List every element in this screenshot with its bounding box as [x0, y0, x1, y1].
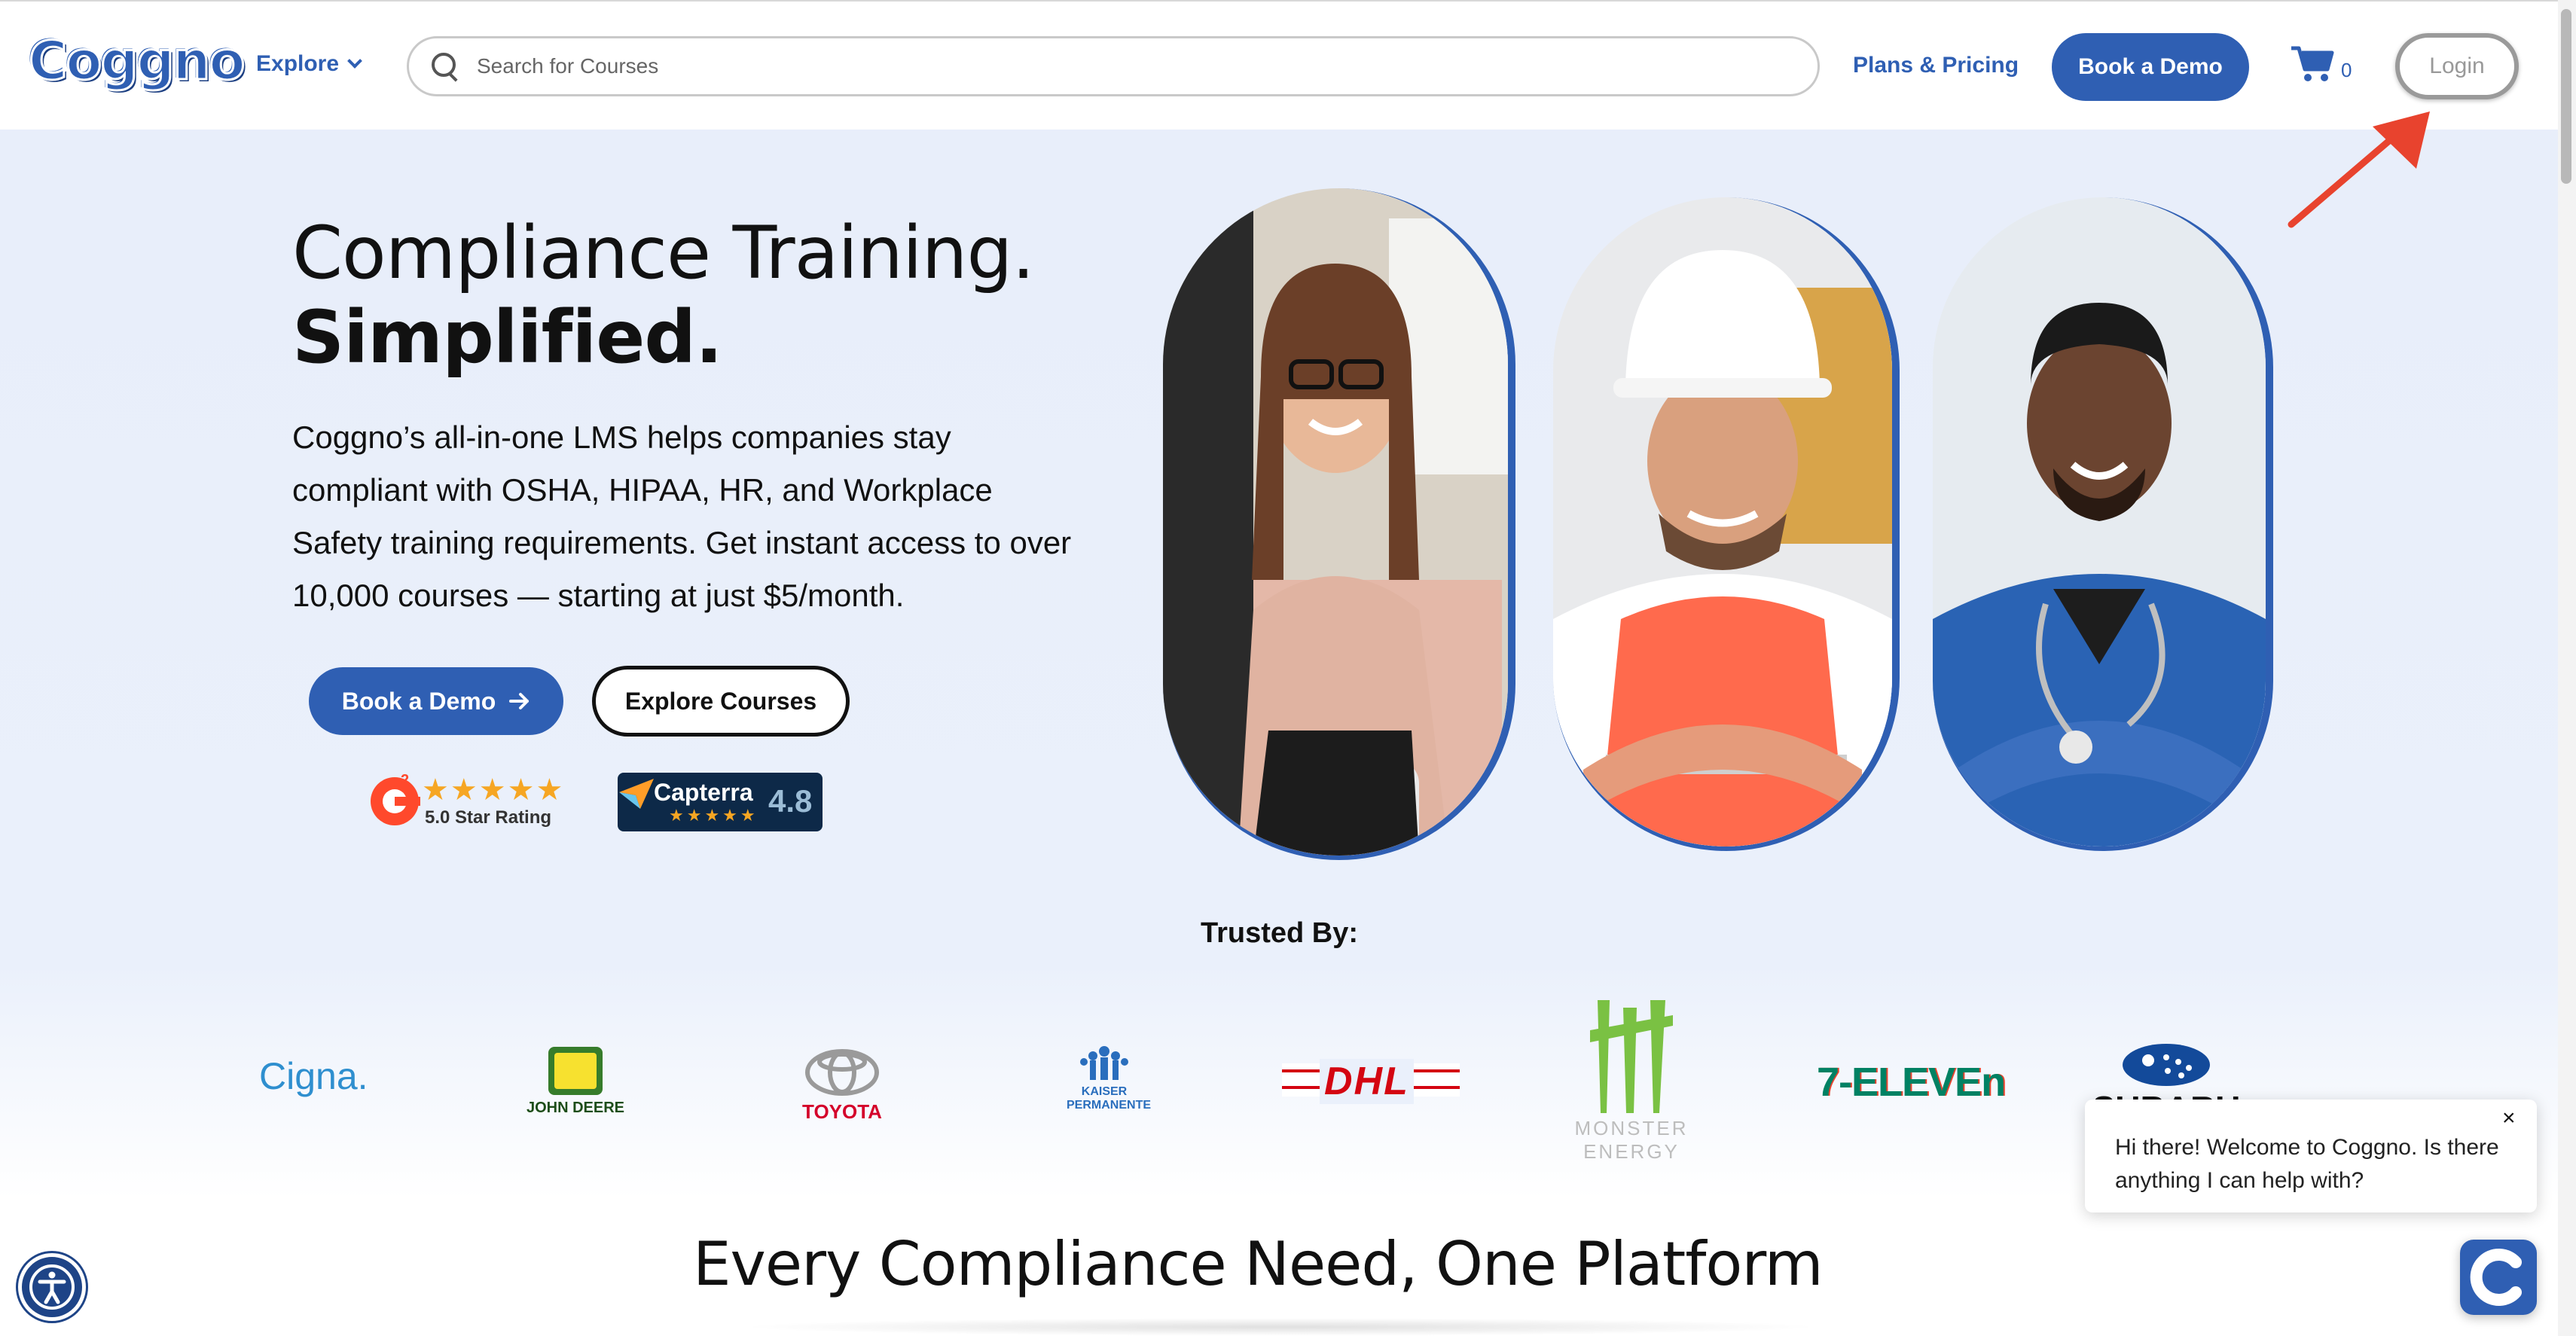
section-heading: Every Compliance Need, One Platform	[693, 1229, 1824, 1299]
chevron-down-icon	[347, 53, 362, 69]
chat-welcome-message: Hi there! Welcome to Coggno. Is there an…	[2115, 1135, 2499, 1193]
arrow-right-icon	[509, 693, 530, 709]
chat-launcher-button[interactable]	[2460, 1240, 2537, 1315]
book-demo-label: Book a Demo	[341, 687, 496, 715]
page-scrollbar-track[interactable]	[2558, 0, 2576, 1336]
search-icon	[432, 53, 459, 80]
explore-courses-button[interactable]: Explore Courses	[592, 666, 850, 737]
accessibility-button[interactable]	[18, 1253, 86, 1321]
subaru-emblem-icon	[2123, 1044, 2210, 1086]
subaru-logo: SUBARU	[2076, 1042, 2257, 1108]
hero-photo-worker	[1553, 197, 1900, 851]
kaiser-emblem-icon	[1080, 1046, 1128, 1080]
john-deere-logo: JOHN DEERE	[523, 1047, 628, 1117]
g2-stars: ★★★★★	[422, 773, 565, 807]
svg-text:2: 2	[401, 772, 409, 788]
hero-description: Coggno’s all-in-one LMS helps companies …	[292, 419, 1072, 613]
login-button[interactable]: Login	[2395, 33, 2519, 99]
g2-rating-text: 5.0 Star Rating	[425, 807, 552, 828]
section-card-shadow	[738, 1318, 1823, 1336]
trusted-by-label: Trusted By:	[1201, 917, 1359, 949]
toyota-logo-text: TOYOTA	[802, 1100, 882, 1123]
john-deere-logo-text: JOHN DEERE	[526, 1100, 625, 1116]
chat-welcome-popup[interactable]: Hi there! Welcome to Coggno. Is there an…	[2085, 1100, 2537, 1212]
seven-eleven-logo-text: 7-ELEVEn	[1817, 1060, 2006, 1105]
hero-photo-nurse	[1933, 197, 2273, 851]
hero-title-line2: Simplified.	[292, 295, 723, 380]
page-scrollbar-thumb[interactable]	[2561, 9, 2571, 184]
kaiser-logo-text: KAISER PERMANENTE	[1067, 1085, 1152, 1112]
search-bar[interactable]	[407, 36, 1820, 96]
toyota-logo: TOYOTA	[797, 1048, 887, 1124]
cigna-logo: Cigna.	[259, 1054, 368, 1098]
accessibility-icon	[29, 1264, 75, 1310]
capterra-score: 4.8	[768, 783, 813, 819]
hero-photo-woman	[1163, 188, 1515, 860]
search-input[interactable]	[477, 54, 1757, 78]
monster-logo-text: MONSTER ENERGY	[1574, 1117, 1689, 1163]
dhl-logo-text: DHL	[1320, 1059, 1414, 1104]
kaiser-permanente-logo: KAISER PERMANENTE	[1067, 1044, 1152, 1112]
annotation-arrow-icon	[2288, 111, 2430, 228]
explore-menu-button[interactable]: Explore	[256, 51, 362, 77]
capterra-arrow-icon	[619, 779, 654, 809]
cart-icon[interactable]	[2290, 44, 2335, 83]
hero-book-demo-button[interactable]: Book a Demo	[309, 667, 563, 735]
capterra-stars: ★★★★★	[669, 806, 758, 825]
explore-label: Explore	[256, 51, 340, 76]
cart-count-badge: 0	[2341, 59, 2352, 81]
hero-title-line1: Compliance Training.	[292, 211, 1035, 295]
plans-pricing-link[interactable]: Plans & Pricing	[1853, 53, 2019, 78]
top-navigation-bar: Coggno Explore Plans & Pricing Book a De…	[0, 0, 2576, 130]
coggno-c-icon	[2470, 1249, 2522, 1306]
toyota-emblem-icon	[805, 1049, 879, 1096]
cigna-logo-text: Cigna.	[259, 1055, 368, 1097]
capterra-name: Capterra	[654, 779, 753, 806]
coggno-logo[interactable]: Coggno	[28, 29, 247, 93]
seven-eleven-logo: 7-ELEVEn	[1817, 1059, 2006, 1106]
monster-energy-logo: MONSTER ENERGY	[1571, 1000, 1692, 1164]
header-book-demo-button[interactable]: Book a Demo	[2052, 33, 2249, 101]
dhl-logo: DHL	[1282, 1059, 1460, 1104]
chat-close-icon[interactable]: ×	[2502, 1106, 2516, 1131]
monster-claw-icon	[1590, 1000, 1673, 1113]
